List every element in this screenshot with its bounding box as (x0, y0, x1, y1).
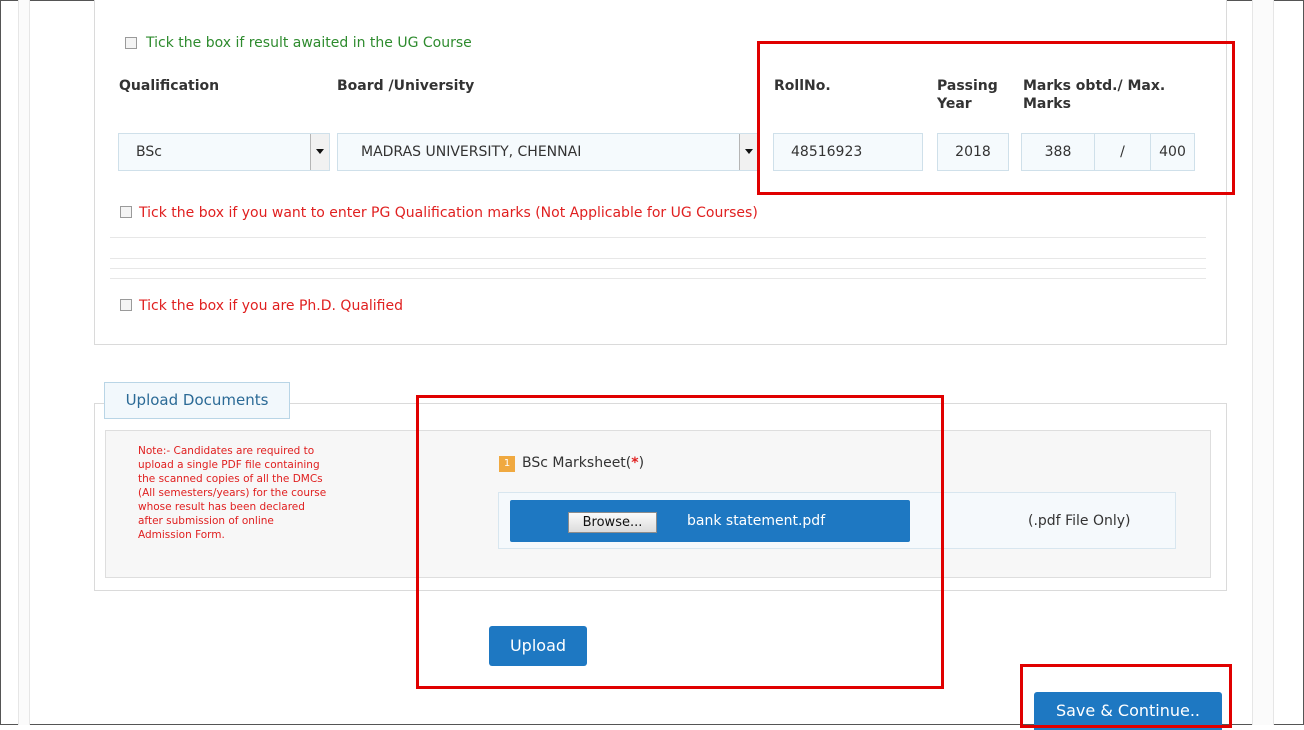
note-line: whose result has been declared (138, 501, 305, 513)
divider (110, 268, 1206, 269)
board-select-value: MADRAS UNIVERSITY, CHENNAI (361, 144, 582, 160)
ug-result-awaited-label: Tick the box if result awaited in the UG… (146, 35, 472, 51)
upload-note: Note:- Candidates are required to upload… (138, 444, 378, 542)
file-type-hint: (.pdf File Only) (1028, 513, 1131, 529)
note-line: upload a single PDF file containing (138, 459, 320, 471)
qualification-select-value: BSc (136, 144, 162, 160)
upload-documents-tab[interactable]: Upload Documents (104, 382, 290, 419)
ug-result-awaited-checkbox[interactable] (125, 37, 137, 49)
qualification-select[interactable]: BSc (118, 133, 330, 171)
column-header-qualification: Qualification (119, 78, 220, 94)
left-rail (18, 0, 30, 725)
right-rail (1252, 0, 1274, 725)
note-line: after submission of online (138, 515, 274, 527)
pg-marks-label: Tick the box if you want to enter PG Qua… (139, 205, 758, 221)
qualification-dropdown-button[interactable] (310, 134, 329, 170)
phd-label: Tick the box if you are Ph.D. Qualified (139, 298, 403, 314)
divider (110, 258, 1206, 259)
board-select[interactable]: MADRAS UNIVERSITY, CHENNAI (337, 133, 759, 171)
divider (110, 278, 1206, 279)
phd-checkbox[interactable] (120, 299, 132, 311)
note-line: Note:- Candidates are required to (138, 445, 315, 457)
chevron-down-icon (745, 149, 753, 154)
highlight-box-marks (757, 41, 1235, 195)
note-line: the scanned copies of all the DMCs (138, 473, 323, 485)
highlight-box-save (1020, 664, 1232, 728)
highlight-box-upload (416, 395, 944, 689)
pg-marks-checkbox[interactable] (120, 206, 132, 218)
divider (110, 237, 1206, 238)
chevron-down-icon (316, 149, 324, 154)
board-dropdown-button[interactable] (739, 134, 758, 170)
column-header-board: Board /University (337, 78, 475, 94)
note-line: Admission Form. (138, 529, 225, 541)
note-line: (All semesters/years) for the course (138, 487, 327, 499)
